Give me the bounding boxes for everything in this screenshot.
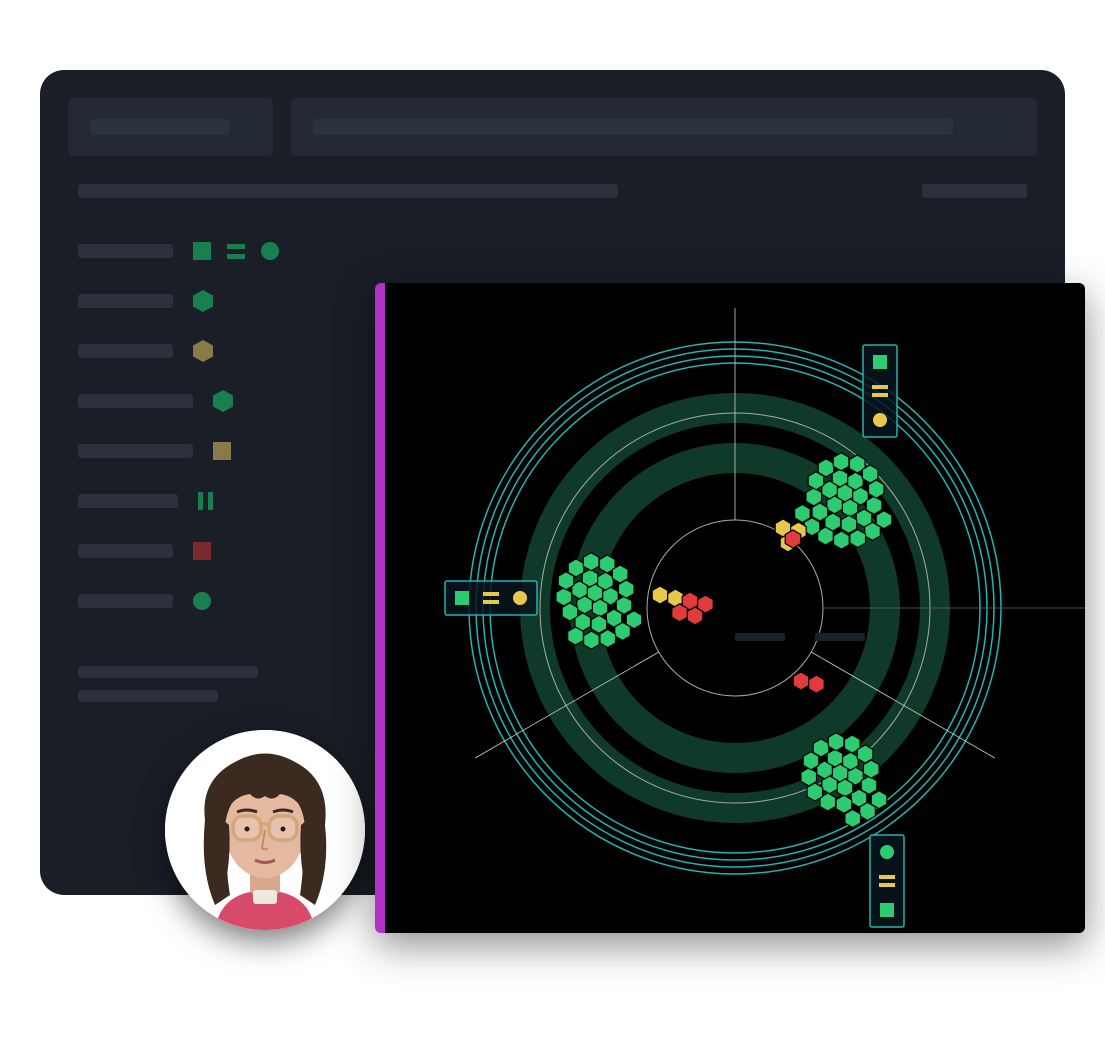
hexagon-icon xyxy=(850,530,866,548)
hexagon-icon xyxy=(598,572,614,590)
hexagon-icon xyxy=(193,290,213,312)
square-icon xyxy=(873,355,887,369)
skeleton-line xyxy=(922,184,1027,198)
skeleton-line xyxy=(78,294,173,308)
hexagon-icon xyxy=(582,569,598,587)
hex-cluster-red xyxy=(785,530,801,548)
equals-icon xyxy=(872,393,888,397)
hexagon-icon xyxy=(813,739,829,757)
hexagon-icon xyxy=(785,530,801,548)
circle-icon xyxy=(880,845,894,859)
square-icon xyxy=(193,542,211,560)
radar-svg xyxy=(385,283,1085,933)
hexagon-icon xyxy=(592,599,608,617)
hexagon-icon xyxy=(834,531,850,549)
radar-badge[interactable] xyxy=(445,581,537,615)
hexagon-icon xyxy=(618,580,634,598)
hexagon-icon xyxy=(193,340,213,362)
equals-icon xyxy=(879,875,895,879)
hexagon-icon xyxy=(841,515,857,533)
toolbar xyxy=(68,98,1037,156)
skeleton-line xyxy=(313,119,953,135)
hexagon-icon xyxy=(568,559,584,577)
hexagon-icon xyxy=(828,733,844,751)
hexagon-icon xyxy=(868,480,884,498)
equals-icon xyxy=(879,883,895,887)
hexagon-icon xyxy=(806,488,822,506)
equals-icon xyxy=(483,592,499,596)
hexagon-icon xyxy=(591,615,607,633)
list-row[interactable] xyxy=(78,226,1037,276)
skeleton-line xyxy=(78,666,258,678)
square-icon xyxy=(455,591,469,605)
hexagon-icon xyxy=(863,760,879,778)
circle-icon xyxy=(873,413,887,427)
toolbar-breadcrumb-box[interactable] xyxy=(68,98,273,156)
hexagon-icon xyxy=(793,672,809,690)
pause-icon xyxy=(198,492,213,510)
skeleton-line xyxy=(78,444,193,458)
skeleton-line xyxy=(78,394,193,408)
hexagon-icon xyxy=(583,553,599,571)
radar-visualization-window[interactable] xyxy=(375,283,1085,933)
skeleton-line xyxy=(78,184,618,198)
hexagon-icon xyxy=(842,499,858,517)
hexagon-icon xyxy=(615,622,631,640)
toolbar-search-box[interactable] xyxy=(291,98,1037,156)
skeleton-line xyxy=(735,633,785,641)
hexagon-icon xyxy=(832,469,848,487)
skeleton-line xyxy=(78,344,173,358)
hexagon-icon xyxy=(801,768,817,786)
skeleton-line xyxy=(78,494,178,508)
hexagon-icon xyxy=(818,459,834,477)
hexagon-icon xyxy=(600,630,616,648)
square-icon xyxy=(193,242,211,260)
circle-icon xyxy=(261,242,279,260)
hexagon-icon xyxy=(568,627,584,645)
hexagon-icon xyxy=(687,607,703,625)
hexagon-icon xyxy=(843,752,859,770)
avatar-illustration xyxy=(165,730,365,930)
hexagon-icon xyxy=(809,675,825,693)
hexagon-icon xyxy=(827,749,843,767)
circle-icon xyxy=(193,592,211,610)
hexagon-icon xyxy=(584,631,600,649)
hexagon-icon xyxy=(556,588,572,606)
skeleton-line xyxy=(90,119,230,135)
equals-icon xyxy=(872,385,888,389)
hexagon-icon xyxy=(845,810,861,828)
skeleton-line xyxy=(78,690,218,702)
circle-icon xyxy=(513,591,527,605)
square-icon xyxy=(213,442,231,460)
skeleton-line xyxy=(78,594,173,608)
hexagon-icon xyxy=(860,802,876,820)
hexagon-icon xyxy=(848,472,864,490)
hexagon-icon xyxy=(836,795,852,813)
hex-cluster-red xyxy=(793,672,824,693)
radar-badge[interactable] xyxy=(870,835,904,927)
equals-icon xyxy=(483,600,499,604)
skeleton-line xyxy=(815,633,865,641)
hexagon-icon xyxy=(672,604,688,622)
avatar xyxy=(165,730,365,930)
hexagon-icon xyxy=(795,504,811,522)
subheader xyxy=(68,184,1037,198)
hexagon-icon xyxy=(865,522,881,540)
skeleton-line xyxy=(78,544,173,558)
radar-badge[interactable] xyxy=(863,345,897,437)
hexagon-icon xyxy=(837,779,853,797)
skeleton-line xyxy=(78,244,173,258)
square-icon xyxy=(880,903,894,917)
equals-icon xyxy=(227,244,245,259)
hexagon-icon xyxy=(652,586,668,604)
hexagon-icon xyxy=(213,390,233,412)
hexagon-icon xyxy=(833,453,849,471)
